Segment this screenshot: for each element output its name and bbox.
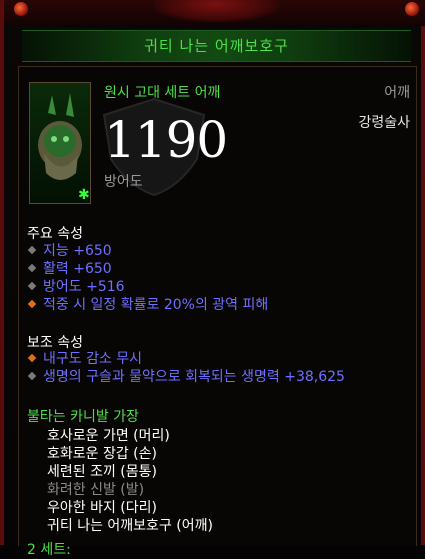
item-icon: ✱ bbox=[29, 82, 91, 204]
tooltip-body: ✱ 원시 고대 세트 어깨 어깨 강령술사 1190 방어도 주요 속성 지능 … bbox=[18, 66, 417, 558]
svg-text:✱: ✱ bbox=[78, 187, 90, 203]
set-piece: 호사로운 가면 (머리) bbox=[47, 428, 170, 444]
armor-label: 방어도 bbox=[104, 174, 143, 190]
ornament-crest bbox=[154, 0, 279, 22]
set-piece: 귀티 나는 어깨보호구 (어깨) bbox=[47, 518, 213, 534]
bullet-icon bbox=[27, 371, 37, 381]
set-piece: 우아한 바지 (다리) bbox=[47, 500, 157, 516]
bullet-icon bbox=[27, 281, 37, 291]
bullet-icon bbox=[27, 263, 37, 273]
set-bonus-heading: 2 세트: bbox=[27, 542, 71, 558]
bullet-icon bbox=[27, 245, 37, 255]
primary-stat: 적중 시 일정 확률로 20%의 광역 피해 bbox=[27, 296, 268, 314]
secondary-stat: 내구도 감소 무시 bbox=[27, 350, 142, 368]
item-slot: 어깨 bbox=[384, 85, 410, 101]
item-name: 귀티 나는 어깨보호구 bbox=[22, 30, 411, 62]
armor-value: 1190 bbox=[104, 111, 228, 169]
primary-stat: 방어도 +516 bbox=[27, 278, 125, 296]
secondary-stat: 생명의 구슬과 물약으로 회복되는 생명력 +38,625 bbox=[27, 368, 345, 386]
primary-stat: 활력 +650 bbox=[27, 260, 112, 278]
secondary-title: 보조 속성 bbox=[27, 335, 83, 351]
gem-right-icon bbox=[405, 2, 419, 16]
top-ornament bbox=[4, 0, 425, 26]
set-piece: 세련된 조끼 (몸통) bbox=[47, 464, 157, 480]
gem-left-icon bbox=[14, 2, 28, 16]
bullet-icon bbox=[27, 299, 37, 309]
bullet-icon bbox=[27, 353, 37, 363]
set-title: 불타는 카니발 가장 bbox=[27, 409, 139, 425]
item-class: 강령술사 bbox=[358, 115, 410, 131]
set-piece: 호화로운 장갑 (손) bbox=[47, 446, 157, 462]
tooltip-frame: 귀티 나는 어깨보호구 ✱ 원시 고대 세트 어깨 어깨 강령술사 1190 방… bbox=[0, 0, 425, 558]
primary-stat: 지능 +650 bbox=[27, 242, 112, 260]
primary-title: 주요 속성 bbox=[27, 226, 83, 242]
set-piece-missing: 화려한 신발 (발) bbox=[47, 482, 145, 498]
